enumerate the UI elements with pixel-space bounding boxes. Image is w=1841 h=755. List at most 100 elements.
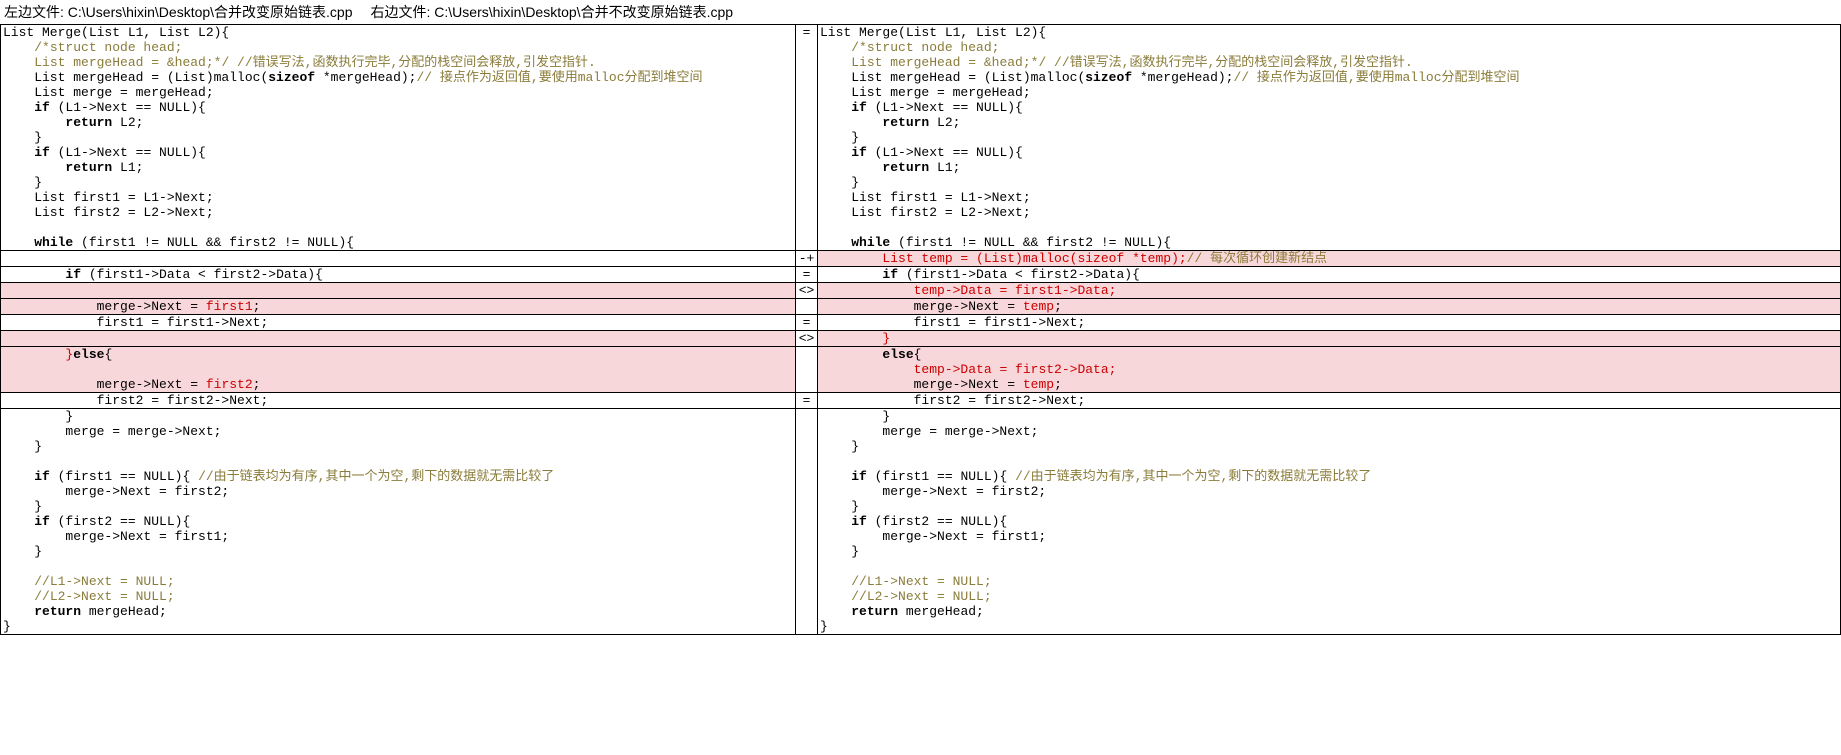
left-code-line[interactable]: } [1,619,796,635]
left-code-line[interactable]: List mergeHead = (List)malloc(sizeof *me… [1,70,796,85]
right-code-line[interactable]: List mergeHead = &head;*/ //错误写法,函数执行完毕,… [818,55,1841,70]
left-code-line[interactable] [1,251,796,267]
right-code-line[interactable]: } [818,409,1841,425]
right-code-line[interactable] [818,454,1841,469]
left-code-line[interactable]: }else{ [1,347,796,363]
left-code-line[interactable]: first1 = first1->Next; [1,315,796,331]
left-code-line[interactable]: if (first1 == NULL){ //由于链表均为有序,其中一个为空,剩… [1,469,796,484]
left-code-line[interactable]: return mergeHead; [1,604,796,619]
right-code-line[interactable]: } [818,439,1841,454]
right-code-line[interactable]: if (first1 == NULL){ //由于链表均为有序,其中一个为空,剩… [818,469,1841,484]
diff-gutter-marker [796,299,818,315]
right-code-line[interactable]: List temp = (List)malloc(sizeof *temp);/… [818,251,1841,267]
left-code-line[interactable]: if (first1->Data < first2->Data){ [1,267,796,283]
right-code-line[interactable]: temp->Data = first1->Data; [818,283,1841,299]
left-code-line[interactable] [1,559,796,574]
left-code-line[interactable]: } [1,175,796,190]
left-code-line[interactable]: List merge = mergeHead; [1,85,796,100]
right-code-line[interactable]: merge->Next = first2; [818,484,1841,499]
right-code-line[interactable]: temp->Data = first2->Data; [818,362,1841,377]
left-code-line[interactable]: List first2 = L2->Next; [1,205,796,220]
left-code-line[interactable]: return L1; [1,160,796,175]
left-code-line[interactable]: //L1->Next = NULL; [1,574,796,589]
right-code-line[interactable]: if (L1->Next == NULL){ [818,145,1841,160]
right-code-line[interactable]: return L1; [818,160,1841,175]
diff-gutter-marker [796,145,818,160]
diff-row: //L2->Next = NULL; //L2->Next = NULL; [1,589,1841,604]
diff-gutter-marker [796,347,818,363]
left-code-line[interactable] [1,362,796,377]
right-code-line[interactable]: return mergeHead; [818,604,1841,619]
left-code-line[interactable]: } [1,409,796,425]
left-code-line[interactable]: first2 = first2->Next; [1,393,796,409]
right-code-line[interactable] [818,220,1841,235]
left-code-line[interactable] [1,220,796,235]
right-code-line[interactable]: } [818,499,1841,514]
diff-row: if (first2 == NULL){ if (first2 == NULL)… [1,514,1841,529]
left-code-line[interactable]: merge->Next = first1; [1,299,796,315]
left-code-line[interactable]: if (first2 == NULL){ [1,514,796,529]
left-code-line[interactable]: merge->Next = first2; [1,484,796,499]
right-code-line[interactable]: merge->Next = temp; [818,299,1841,315]
right-code-line[interactable]: /*struct node head; [818,40,1841,55]
left-code-line[interactable]: merge->Next = first2; [1,377,796,393]
left-code-line[interactable] [1,283,796,299]
right-code-line[interactable] [818,559,1841,574]
right-code-line[interactable]: first2 = first2->Next; [818,393,1841,409]
right-code-line[interactable]: if (first1->Data < first2->Data){ [818,267,1841,283]
left-code-line[interactable]: } [1,439,796,454]
diff-gutter-marker [796,130,818,145]
right-code-line[interactable]: //L1->Next = NULL; [818,574,1841,589]
diff-row: return mergeHead; return mergeHead; [1,604,1841,619]
right-code-line[interactable]: } [818,619,1841,635]
left-code-line[interactable]: } [1,130,796,145]
right-code-line[interactable]: merge = merge->Next; [818,424,1841,439]
right-code-line[interactable]: while (first1 != NULL && first2 != NULL)… [818,235,1841,251]
right-code-line[interactable]: else{ [818,347,1841,363]
right-code-line[interactable]: } [818,175,1841,190]
left-code-line[interactable]: //L2->Next = NULL; [1,589,796,604]
left-code-line[interactable]: if (L1->Next == NULL){ [1,100,796,115]
right-code-line[interactable]: List merge = mergeHead; [818,85,1841,100]
left-code-line[interactable]: /*struct node head; [1,40,796,55]
diff-gutter-marker [796,70,818,85]
left-file-label: 左边文件: C:\Users\hixin\Desktop\合并改变原始链表.cp… [4,2,353,22]
diff-row: List Merge(List L1, List L2){=List Merge… [1,25,1841,41]
diff-row: first2 = first2->Next;= first2 = first2-… [1,393,1841,409]
right-code-line[interactable]: if (first2 == NULL){ [818,514,1841,529]
right-code-line[interactable]: //L2->Next = NULL; [818,589,1841,604]
right-code-line[interactable]: return L2; [818,115,1841,130]
left-code-line[interactable]: merge->Next = first1; [1,529,796,544]
diff-gutter-marker [796,40,818,55]
right-code-line[interactable]: first1 = first1->Next; [818,315,1841,331]
diff-row: while (first1 != NULL && first2 != NULL)… [1,235,1841,251]
left-code-line[interactable] [1,454,796,469]
left-code-line[interactable]: if (L1->Next == NULL){ [1,145,796,160]
left-code-line[interactable]: List mergeHead = &head;*/ //错误写法,函数执行完毕,… [1,55,796,70]
left-code-line[interactable]: while (first1 != NULL && first2 != NULL)… [1,235,796,251]
left-code-line[interactable]: return L2; [1,115,796,130]
right-code-line[interactable]: } [818,331,1841,347]
diff-table: List Merge(List L1, List L2){=List Merge… [0,24,1841,635]
right-code-line[interactable]: List mergeHead = (List)malloc(sizeof *me… [818,70,1841,85]
diff-gutter-marker: -+ [796,251,818,267]
left-code-line[interactable]: } [1,544,796,559]
diff-row: merge->Next = first2; merge->Next = temp… [1,377,1841,393]
right-code-line[interactable]: merge->Next = temp; [818,377,1841,393]
left-code-line[interactable] [1,331,796,347]
right-code-line[interactable]: if (L1->Next == NULL){ [818,100,1841,115]
left-code-line[interactable]: List Merge(List L1, List L2){ [1,25,796,41]
left-code-line[interactable]: List first1 = L1->Next; [1,190,796,205]
right-code-line[interactable]: List first1 = L1->Next; [818,190,1841,205]
right-code-line[interactable]: merge->Next = first1; [818,529,1841,544]
right-code-line[interactable]: } [818,130,1841,145]
diff-gutter-marker [796,454,818,469]
left-code-line[interactable]: } [1,499,796,514]
right-code-line[interactable]: } [818,544,1841,559]
diff-gutter-marker [796,544,818,559]
left-code-line[interactable]: merge = merge->Next; [1,424,796,439]
right-code-line[interactable]: List Merge(List L1, List L2){ [818,25,1841,41]
diff-gutter-marker [796,469,818,484]
right-code-line[interactable]: List first2 = L2->Next; [818,205,1841,220]
diff-gutter-marker [796,100,818,115]
